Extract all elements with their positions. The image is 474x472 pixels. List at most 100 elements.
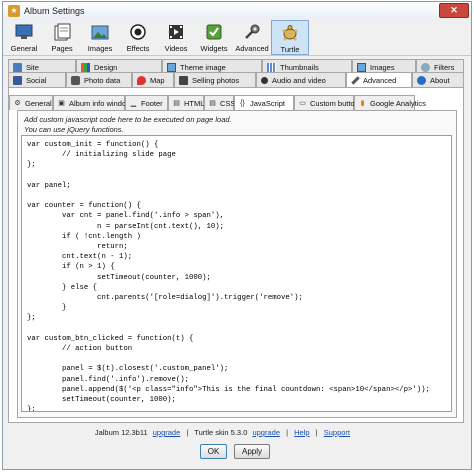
toolbar-pages-label: Pages: [51, 44, 73, 53]
toolbar-effects-label: Effects: [126, 44, 150, 53]
braces-icon: {}: [240, 99, 245, 107]
main-toolbar: General Pages Images Effects Videos Widg…: [3, 20, 471, 56]
advanced-icon: [242, 22, 262, 42]
tab-photo-data-label: Photo data: [84, 75, 121, 85]
filters-icon: [421, 62, 430, 72]
wrench-icon: [351, 76, 360, 85]
subtab-album-info-window-label: Album info window: [69, 98, 132, 108]
camera-icon: [71, 75, 80, 85]
code-content[interactable]: var custom_init = function() { // initia…: [27, 140, 451, 411]
map-pin-icon: [137, 75, 146, 85]
subtab-html-label: HTML: [184, 98, 205, 108]
widgets-icon: [204, 22, 224, 42]
general-icon: [14, 22, 34, 42]
sub-tab-row: ⚙ General ▣ Album info window ▁ Footer ▤…: [9, 95, 426, 110]
window-icon: ▣: [58, 100, 65, 107]
tab-about[interactable]: About: [412, 72, 464, 87]
pages-icon: [52, 22, 72, 42]
app-logo-icon: ★: [8, 5, 20, 17]
apply-button[interactable]: Apply: [234, 444, 270, 459]
javascript-code-editor[interactable]: var custom_init = function() { // initia…: [21, 135, 452, 412]
subtab-google-analytics-label: Google Analytics: [370, 98, 426, 108]
status-line: Jalbum 12.3b11 upgrade | Turtle skin 5.3…: [0, 428, 468, 437]
support-link[interactable]: Support: [324, 428, 350, 437]
subtab-custom-button[interactable]: ▭ Custom button: [294, 95, 359, 110]
tab-design-label: Design: [94, 62, 118, 72]
jalbum-version: Jalbum 12.3b11: [94, 428, 148, 437]
tab-images-label: Images: [370, 62, 395, 72]
subtab-javascript-label: JavaScript: [250, 98, 286, 108]
toolbar-pages[interactable]: Pages: [43, 20, 81, 55]
subtab-footer[interactable]: ▁ Footer: [125, 95, 168, 110]
skin-upgrade-link[interactable]: upgrade: [252, 428, 280, 437]
videos-icon: [166, 22, 186, 42]
music-note-icon: [261, 76, 268, 84]
window-title: Album Settings: [24, 6, 85, 16]
separator: |: [315, 428, 318, 437]
tab-audio-video-label: Audio and video: [272, 75, 326, 85]
subtab-custom-button-label: Custom button: [310, 98, 359, 108]
tab-map-label: Map: [150, 75, 165, 85]
images-icon: [90, 22, 110, 42]
subtab-javascript[interactable]: {} JavaScript: [234, 95, 294, 110]
toolbar-videos[interactable]: Videos: [157, 20, 195, 55]
tab-audio-video[interactable]: Audio and video: [256, 72, 346, 87]
subtab-html[interactable]: ▤ HTML: [168, 95, 204, 110]
toolbar-effects[interactable]: Effects: [119, 20, 157, 55]
thumbnails-icon: [267, 62, 276, 72]
javascript-hint-1: Add custom javascript code here to be ex…: [24, 115, 232, 124]
subtab-footer-label: Footer: [141, 98, 163, 108]
tab-theme-image-label: Theme image: [180, 62, 226, 72]
gear-icon: ⚙: [14, 100, 21, 107]
help-link[interactable]: Help: [294, 428, 309, 437]
toolbar-turtle-label: Turtle: [280, 45, 300, 54]
info-icon: [417, 75, 426, 85]
toolbar-videos-label: Videos: [164, 44, 188, 53]
toolbar-advanced[interactable]: Advanced: [233, 20, 271, 55]
tab-about-label: About: [430, 75, 450, 85]
ok-button[interactable]: OK: [200, 444, 227, 459]
tab-map[interactable]: Map: [132, 72, 174, 87]
button-icon: ▭: [299, 100, 306, 107]
cart-icon: [179, 75, 188, 85]
site-icon: [13, 62, 22, 72]
tab-photo-data[interactable]: Photo data: [66, 72, 132, 87]
toolbar-images-label: Images: [87, 44, 113, 53]
toolbar-widgets-label: Widgets: [200, 44, 228, 53]
subtab-general-label: General: [25, 98, 52, 108]
analytics-icon: ▮: [360, 100, 365, 107]
toolbar-turtle[interactable]: Turtle: [271, 20, 309, 55]
toolbar-widgets[interactable]: Widgets: [195, 20, 233, 55]
toolbar-advanced-label: Advanced: [235, 44, 269, 53]
toolbar-general-label: General: [10, 44, 38, 53]
css-icon: ▤: [209, 100, 216, 107]
tab-thumbnails-label: Thumbnails: [280, 62, 319, 72]
toolbar-general[interactable]: General: [5, 20, 43, 55]
images-tab-icon: [357, 62, 366, 72]
separator: |: [186, 428, 189, 437]
social-icon: [13, 75, 22, 85]
subtab-css[interactable]: ▤ CSS: [204, 95, 235, 110]
tab-advanced[interactable]: Advanced: [346, 72, 412, 88]
tab-social[interactable]: Social: [8, 72, 66, 87]
subtab-album-info-window[interactable]: ▣ Album info window: [53, 95, 132, 110]
javascript-hint-2: You can use jQuery functions.: [24, 125, 124, 134]
footer-icon: ▁: [130, 100, 137, 107]
tab-filters-label: Filters: [434, 62, 455, 72]
subtab-google-analytics[interactable]: ▮ Google Analytics: [354, 95, 426, 110]
design-icon: [81, 62, 90, 72]
jalbum-upgrade-link[interactable]: upgrade: [153, 428, 181, 437]
tab-social-label: Social: [26, 75, 47, 85]
toolbar-images[interactable]: Images: [81, 20, 119, 55]
window-close-button[interactable]: ✕: [439, 3, 469, 18]
turtle-icon: [280, 23, 300, 43]
separator: |: [286, 428, 289, 437]
subtab-general[interactable]: ⚙ General: [9, 95, 53, 110]
tab-selling-photos[interactable]: Selling photos: [174, 72, 256, 87]
effects-icon: [128, 22, 148, 42]
tab-site-label: Site: [26, 62, 39, 72]
tab-advanced-label: Advanced: [363, 76, 397, 85]
skin-version: Turtle skin 5.3.0: [194, 428, 248, 437]
tab-row-2: Social Photo data Map Selling photos Aud…: [8, 72, 464, 88]
title-bar: ★ Album Settings ✕: [3, 2, 471, 20]
